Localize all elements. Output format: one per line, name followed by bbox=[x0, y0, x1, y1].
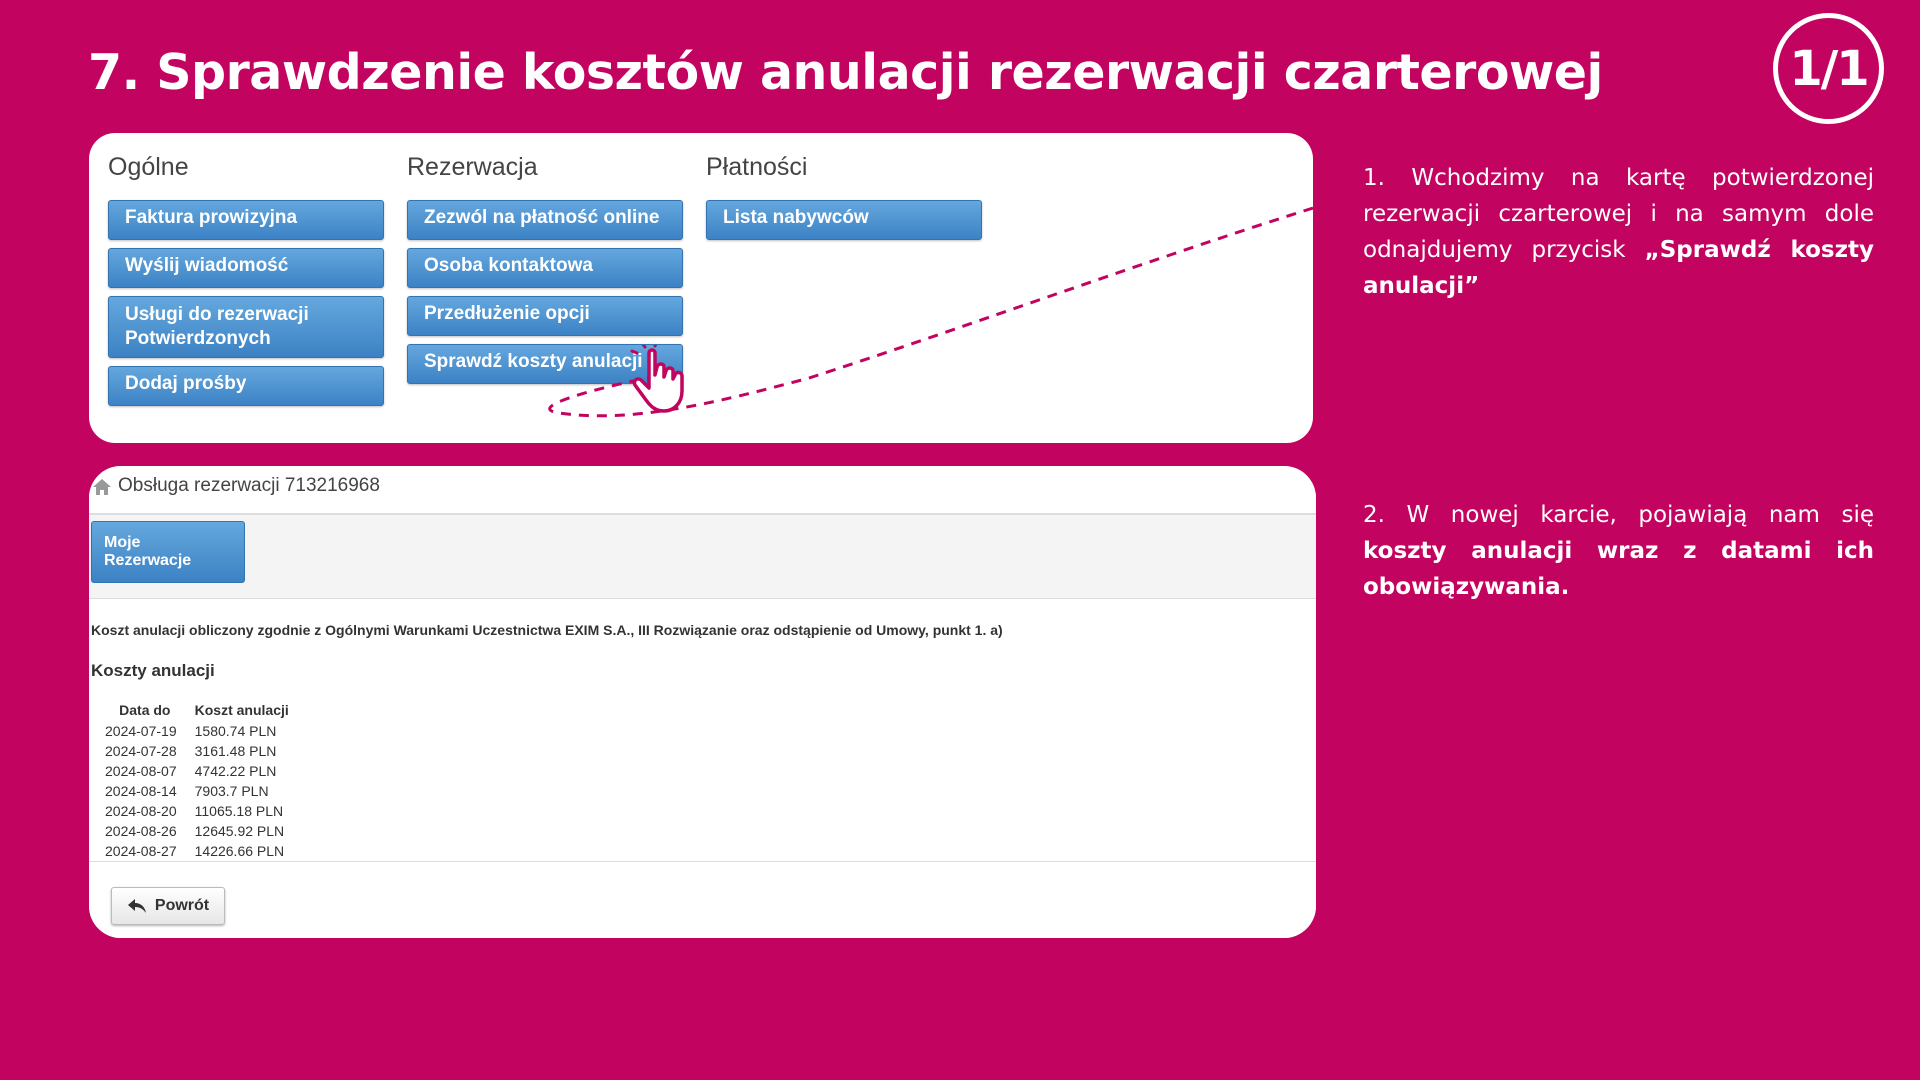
cost-cell: 11065.18 PLN bbox=[194, 803, 284, 819]
home-icon[interactable] bbox=[92, 478, 112, 496]
menu-column-payments: Płatności Lista nabywców bbox=[706, 153, 982, 248]
slide-title: 7. Sprawdzenie kosztów anulacji rezerwac… bbox=[88, 44, 1603, 101]
instruction-step-2-text: 2. W nowej karcie, pojawiają nam się bbox=[1363, 502, 1874, 528]
confirmed-services-button[interactable]: Usługi do rezerwacji Potwierdzonych bbox=[108, 296, 384, 358]
table-row: 2024-08-27 14226.66 PLN bbox=[105, 841, 299, 861]
table-row: 2024-07-28 3161.48 PLN bbox=[105, 741, 299, 761]
back-arrow-icon bbox=[127, 899, 146, 913]
column-header-date: Data do bbox=[119, 702, 171, 718]
pointer-hand-icon bbox=[630, 345, 684, 413]
table-row: 2024-08-07 4742.22 PLN bbox=[105, 761, 299, 781]
date-cell: 2024-07-19 bbox=[105, 723, 177, 739]
cost-cell: 1580.74 PLN bbox=[194, 723, 277, 739]
contact-person-button[interactable]: Osoba kontaktowa bbox=[407, 248, 683, 288]
date-cell: 2024-08-20 bbox=[105, 803, 177, 819]
extend-option-button[interactable]: Przedłużenie opcji bbox=[407, 296, 683, 336]
cost-cell: 14226.66 PLN bbox=[194, 843, 285, 859]
reservation-menu-panel: Ogólne Faktura prowizyjna Wyślij wiadomo… bbox=[89, 133, 1313, 443]
page-indicator: 1/1 bbox=[1773, 13, 1884, 124]
menu-heading-payments: Płatności bbox=[706, 153, 808, 181]
footer-bar: Powrót bbox=[89, 861, 1316, 938]
cancellation-terms-note: Koszt anulacji obliczony zgodnie z Ogóln… bbox=[91, 622, 1003, 638]
allow-online-payment-button[interactable]: Zezwól na płatność online bbox=[407, 200, 683, 240]
table-row: 2024-08-14 7903.7 PLN bbox=[105, 781, 299, 801]
table-row: 2024-08-20 11065.18 PLN bbox=[105, 801, 299, 821]
menu-column-general: Ogólne Faktura prowizyjna Wyślij wiadomo… bbox=[108, 153, 384, 414]
cost-cell: 3161.48 PLN bbox=[194, 743, 277, 759]
cost-cell: 4742.22 PLN bbox=[194, 763, 277, 779]
instruction-step-1: 1. Wchodzimy na kartę potwierdzonej reze… bbox=[1363, 160, 1874, 304]
date-cell: 2024-07-28 bbox=[105, 743, 177, 759]
date-cell: 2024-08-14 bbox=[105, 783, 177, 799]
menu-heading-general: Ogólne bbox=[108, 153, 189, 181]
menu-heading-reservation: Rezerwacja bbox=[407, 153, 538, 181]
column-header-cost: Koszt anulacji bbox=[194, 702, 289, 718]
instruction-step-2-emphasis: koszty anulacji wraz z datami ich obowią… bbox=[1363, 538, 1874, 600]
toolbar: Moje Rezerwacje bbox=[89, 515, 1316, 599]
date-cell: 2024-08-07 bbox=[105, 763, 177, 779]
cancellation-costs-table: Data do Koszt anulacji 2024-07-19 1580.74… bbox=[105, 699, 299, 861]
back-button[interactable]: Powrót bbox=[111, 887, 225, 925]
back-button-label: Powrót bbox=[154, 897, 210, 914]
cost-cell: 12645.92 PLN bbox=[194, 823, 285, 839]
send-message-button[interactable]: Wyślij wiadomość bbox=[108, 248, 384, 288]
cancellation-costs-panel: Obsługa rezerwacji 713216968 Moje Rezerw… bbox=[89, 466, 1316, 938]
buyers-list-button[interactable]: Lista nabywców bbox=[706, 200, 982, 240]
cost-cell: 7903.7 PLN bbox=[194, 783, 269, 799]
table-header-row: Data do Koszt anulacji bbox=[105, 699, 299, 721]
instruction-step-2: 2. W nowej karcie, pojawiają nam się kos… bbox=[1363, 497, 1874, 605]
reservation-service-title: Obsługa rezerwacji 713216968 bbox=[118, 475, 380, 496]
commission-invoice-button[interactable]: Faktura prowizyjna bbox=[108, 200, 384, 240]
page-header: Obsługa rezerwacji 713216968 bbox=[89, 466, 1316, 515]
add-requests-button[interactable]: Dodaj prośby bbox=[108, 366, 384, 406]
my-reservations-button[interactable]: Moje Rezerwacje bbox=[91, 521, 245, 583]
table-row: 2024-07-19 1580.74 PLN bbox=[105, 721, 299, 741]
table-row: 2024-08-26 12645.92 PLN bbox=[105, 821, 299, 841]
cancellation-costs-heading: Koszty anulacji bbox=[91, 661, 215, 680]
date-cell: 2024-08-26 bbox=[105, 823, 177, 839]
date-cell: 2024-08-27 bbox=[105, 843, 177, 859]
